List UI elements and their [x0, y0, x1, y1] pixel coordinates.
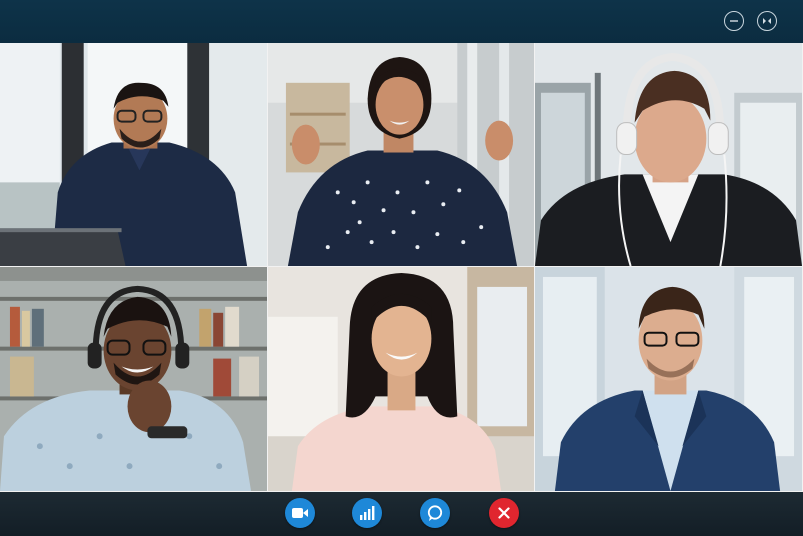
- participant-tile-4[interactable]: [0, 267, 268, 492]
- chat-bubble-icon: [427, 505, 443, 521]
- video-toggle-button[interactable]: [285, 498, 315, 528]
- participant-tile-3[interactable]: [535, 43, 803, 267]
- signal-bars-icon: [360, 506, 375, 520]
- participant-video: [535, 43, 802, 266]
- collapse-button[interactable]: [757, 11, 777, 31]
- window-titlebar: [0, 0, 803, 43]
- participant-video: [0, 43, 267, 266]
- participant-tile-1[interactable]: [0, 43, 268, 267]
- minimize-icon: [730, 20, 738, 22]
- close-icon: [498, 507, 510, 519]
- participant-tile-2[interactable]: [268, 43, 535, 267]
- participant-tile-5[interactable]: [268, 267, 535, 492]
- participant-video: [0, 267, 267, 491]
- call-controls-bar: [0, 492, 803, 536]
- video-camera-icon: [292, 508, 308, 518]
- minimize-button[interactable]: [724, 11, 744, 31]
- chat-button[interactable]: [420, 498, 450, 528]
- call-quality-button[interactable]: [352, 498, 382, 528]
- participant-video: [535, 267, 802, 491]
- participant-video: [268, 267, 534, 491]
- participant-tile-6[interactable]: [535, 267, 803, 492]
- collapse-arrows-icon: [763, 18, 771, 24]
- end-call-button[interactable]: [489, 498, 519, 528]
- video-grid: [0, 43, 803, 492]
- participant-video: [268, 43, 534, 266]
